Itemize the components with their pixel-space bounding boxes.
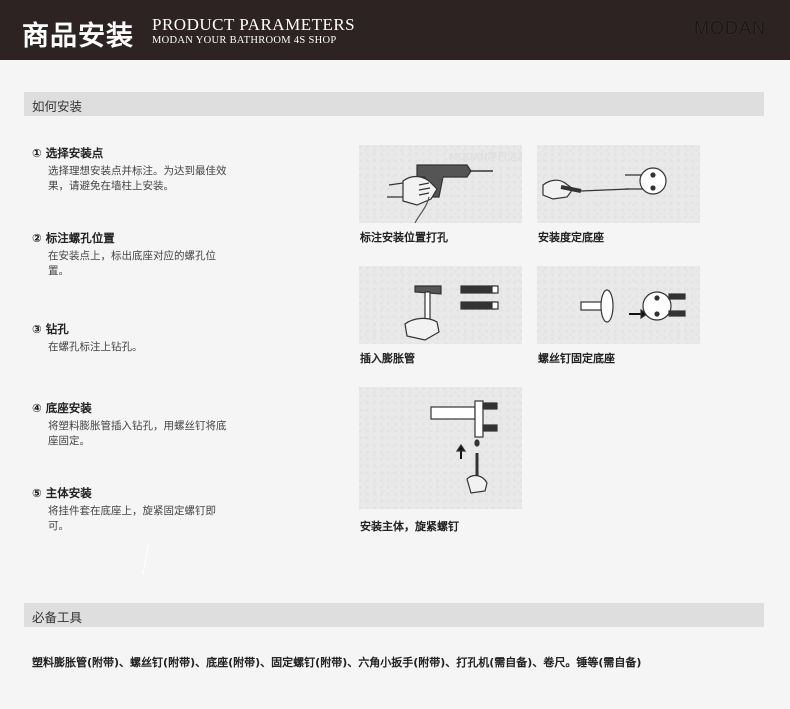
base-screw-illustration xyxy=(537,266,700,344)
english-title: PRODUCT PARAMETERS xyxy=(152,15,356,34)
hammer-illustration xyxy=(359,266,522,344)
step-description: 在安装点上，标出底座对应的螺孔位置。 xyxy=(48,250,216,277)
english-subtitle: MODAN YOUR BATHROOM 4S SHOP xyxy=(152,35,337,46)
tools-section-title: 必备工具 xyxy=(32,610,83,625)
mount-body-illustration xyxy=(359,387,522,509)
step-3: ③ 钻孔 在螺孔标注上钻孔。 xyxy=(32,322,232,355)
caption-4: 螺丝钉固定底座 xyxy=(538,352,615,365)
caption-3: 插入膨胀管 xyxy=(360,352,415,365)
step-description: 将塑料膨胀管插入钻孔，用螺丝钉将底座固定。 xyxy=(48,420,227,447)
page-title: 商品安装 xyxy=(22,21,134,52)
step-title: ⑤ 主体安装 xyxy=(32,486,92,500)
step-5: ⑤ 主体安装 将挂件套在底座上，旋紧固定螺钉即可。 xyxy=(32,486,232,534)
step-title: ③ 钻孔 xyxy=(32,322,69,336)
step-1: ① 选择安装点 选择理想安装点并标注。为达到最佳效果，请避免在墙柱上安装。 xyxy=(32,146,232,194)
step-4: ④ 底座安装 将塑料膨胀管插入钻孔，用螺丝钉将底座固定。 xyxy=(32,401,232,449)
step-title: ② 标注螺孔位置 xyxy=(32,231,115,245)
brand-logo: MODAN xyxy=(694,18,766,38)
step-description: 在螺孔标注上钻孔。 xyxy=(48,341,143,353)
decorative-stroke xyxy=(142,545,149,575)
install-section-header: 如何安装 xyxy=(24,92,764,116)
caption-5: 安装主体，旋紧螺钉 xyxy=(360,520,459,533)
caption-1: 标注安装位置打孔 xyxy=(360,231,448,244)
caption-2: 安装度定底座 xyxy=(538,231,604,244)
step-2: ② 标注螺孔位置 在安装点上，标出底座对应的螺孔位置。 xyxy=(32,231,232,279)
screwdriver-illustration xyxy=(537,145,700,223)
step-description: 将挂件套在底座上，旋紧固定螺钉即可。 xyxy=(48,505,216,532)
step-title: ④ 底座安装 xyxy=(32,401,92,415)
tools-list: 塑料膨胀管(附带)、螺丝钉(附带)、底座(附带)、固定螺钉(附带)、六角小扳手(… xyxy=(32,656,642,669)
step-description: 选择理想安装点并标注。为达到最佳效果，请避免在墙柱上安装。 xyxy=(48,165,227,192)
drill-illustration: MODAN摩丹洁具 xyxy=(359,145,522,223)
page-header: 商品安装 PRODUCT PARAMETERS MODAN YOUR BATHR… xyxy=(0,0,790,60)
watermark-text: MODAN摩丹洁具 xyxy=(449,150,522,163)
step-title: ① 选择安装点 xyxy=(32,146,104,160)
tools-section-header: 必备工具 xyxy=(24,603,764,627)
install-section-title: 如何安装 xyxy=(32,99,83,114)
